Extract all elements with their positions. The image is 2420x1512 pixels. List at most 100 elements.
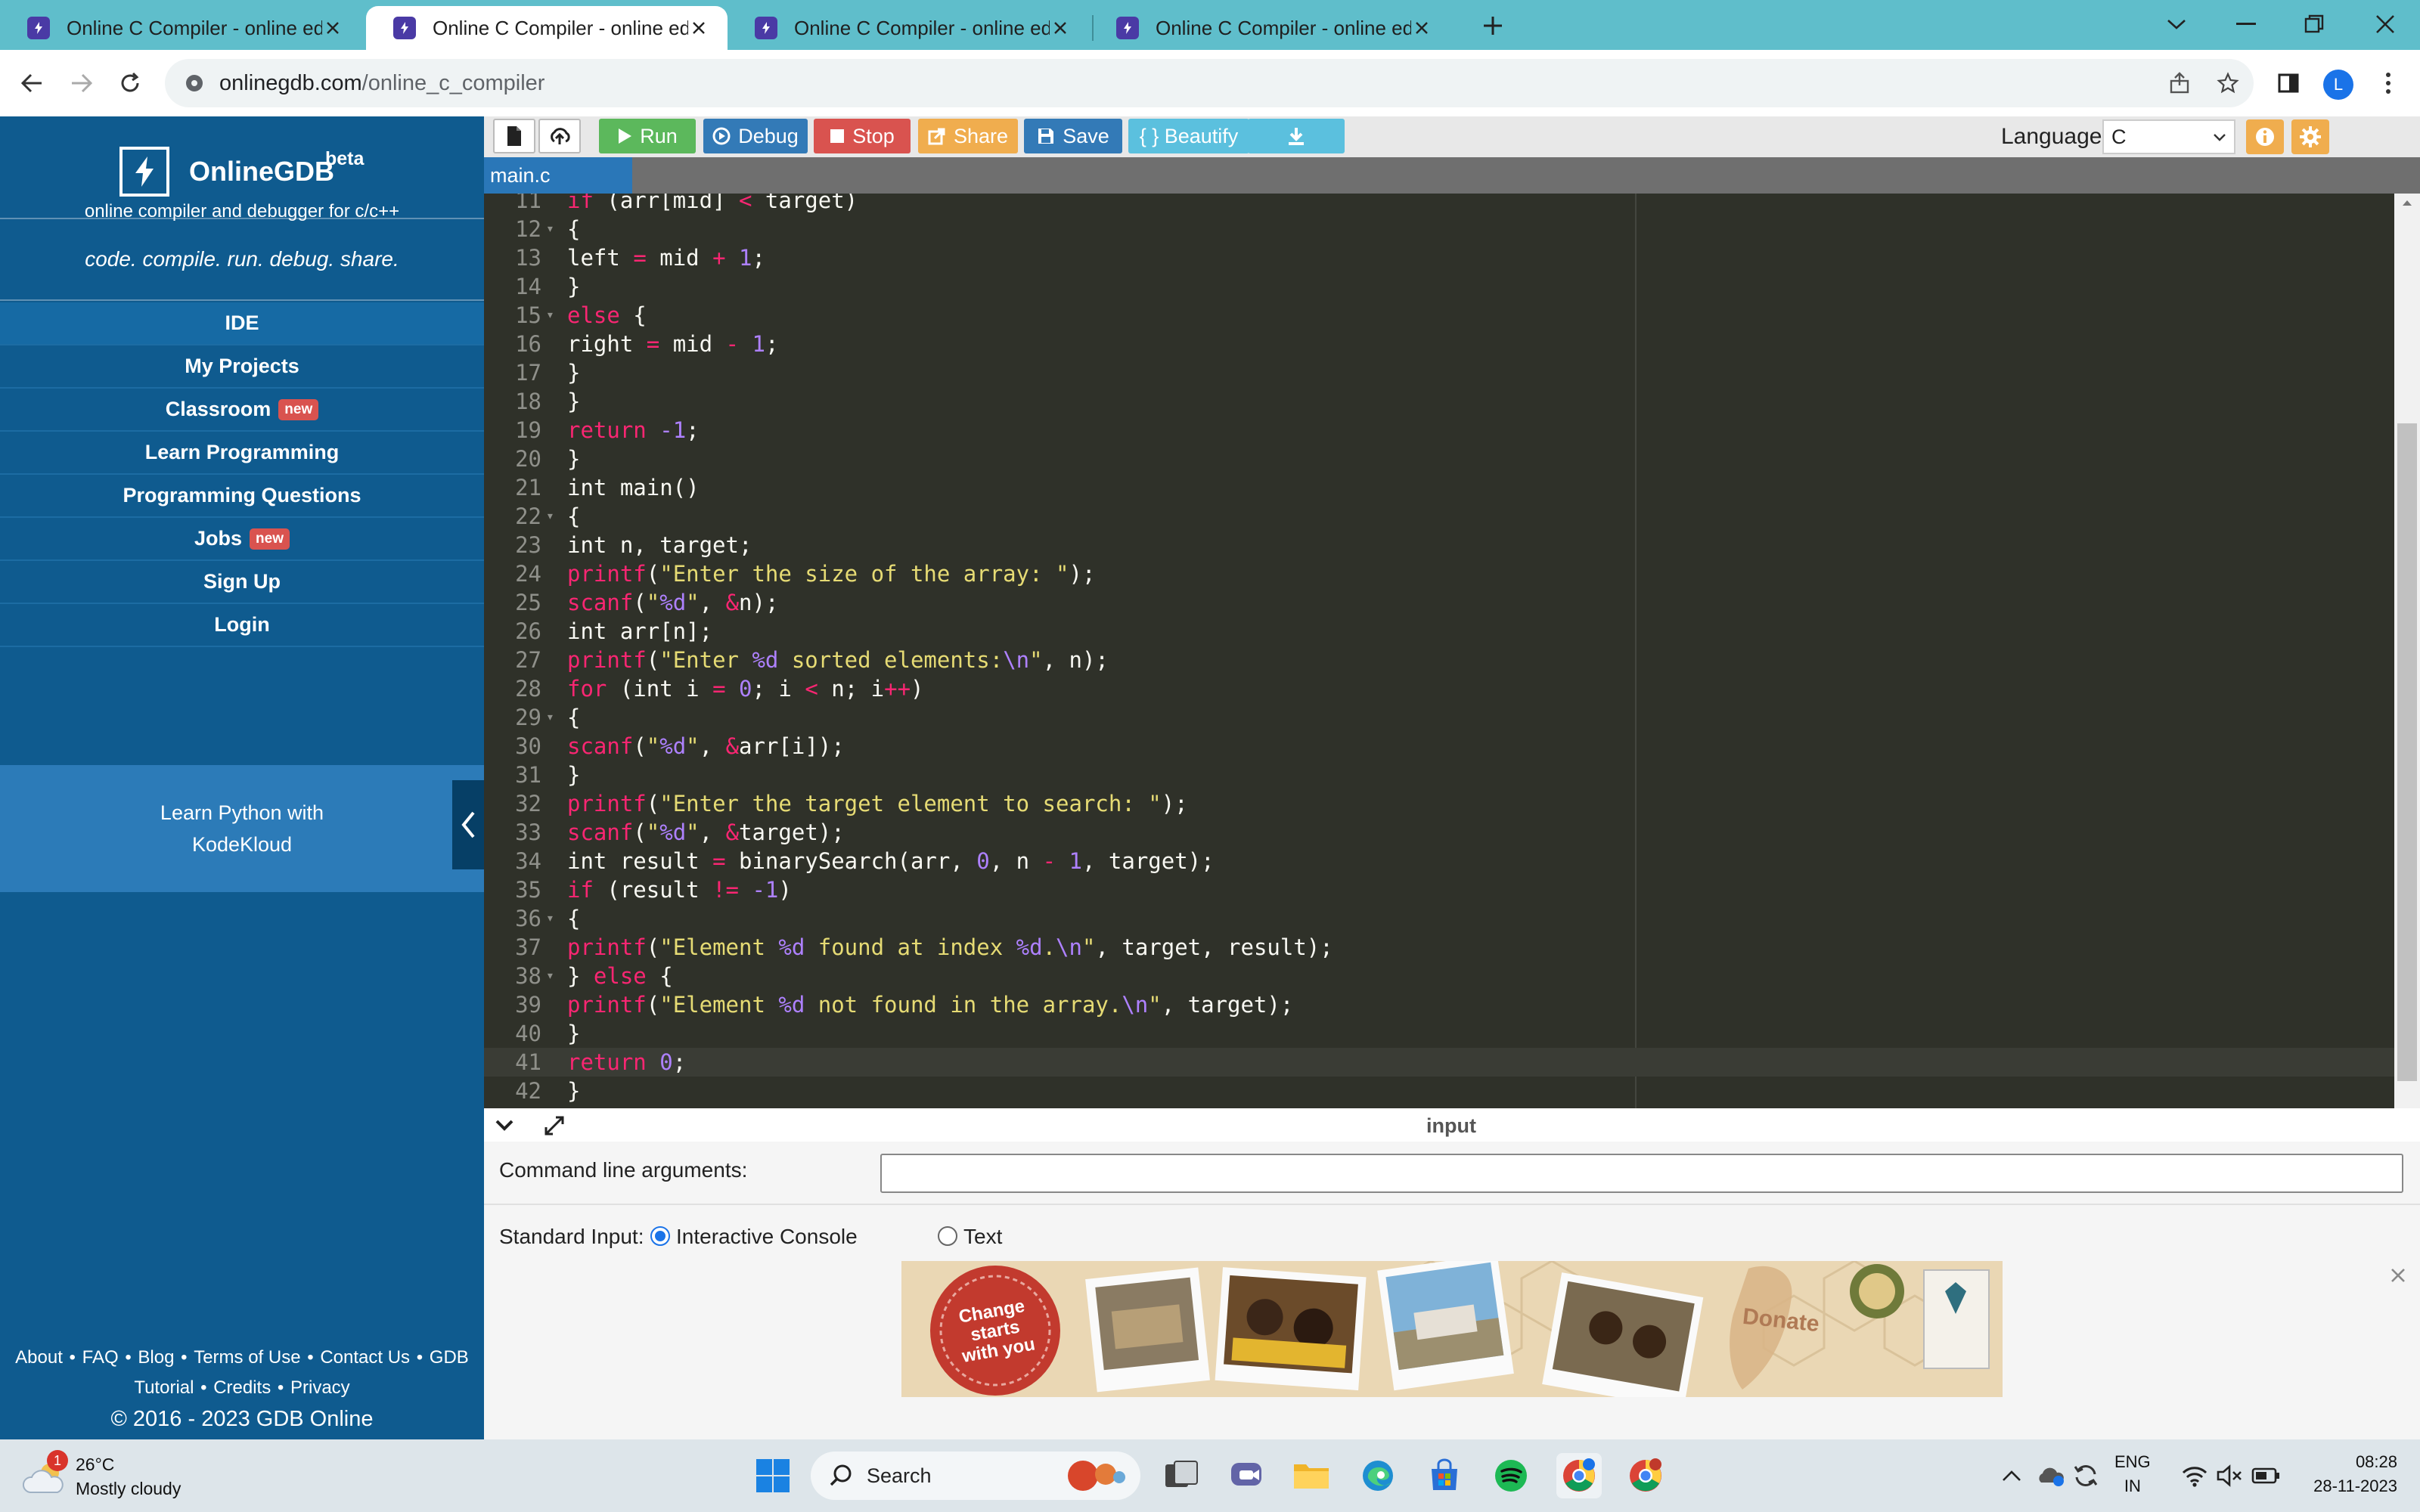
footer-link-blog[interactable]: Blog: [138, 1347, 174, 1368]
close-tab-icon[interactable]: [1411, 17, 1432, 39]
code-line[interactable]: 36 ▾ {: [484, 904, 2394, 933]
code-line[interactable]: 19 return -1;: [484, 416, 2394, 445]
back-arrow-icon[interactable]: [15, 67, 48, 100]
sidebar-item-classroom[interactable]: Classroom new: [0, 389, 484, 432]
chrome-icon[interactable]: [1623, 1453, 1668, 1498]
code-line[interactable]: 17}: [484, 358, 2394, 387]
close-tab-icon[interactable]: [1050, 17, 1071, 39]
fold-toggle-icon[interactable]: ▾: [546, 962, 554, 990]
microsoft-store-icon[interactable]: [1422, 1453, 1467, 1498]
new-file-button[interactable]: [493, 119, 535, 153]
weather-widget[interactable]: 1 26°C Mostly cloudy: [23, 1450, 219, 1503]
advertisement-banner[interactable]: Change starts with you Donate: [901, 1261, 2003, 1397]
system-clock[interactable]: 08:28 28-11-2023: [2299, 1450, 2397, 1498]
upload-file-button[interactable]: [538, 119, 581, 153]
forward-arrow-icon[interactable]: [65, 67, 98, 100]
edge-browser-icon[interactable]: [1355, 1453, 1401, 1498]
sidebar-item-ide[interactable]: IDE: [0, 302, 484, 345]
command-line-arguments-input[interactable]: [880, 1154, 2403, 1193]
sync-icon[interactable]: [2071, 1461, 2101, 1491]
input-language-indicator[interactable]: ENG IN: [2114, 1450, 2151, 1498]
download-button[interactable]: [1248, 119, 1345, 153]
info-button[interactable]: [2246, 119, 2284, 154]
code-line[interactable]: 30 scanf("%d", &arr[i]);: [484, 732, 2394, 761]
footer-link-contact[interactable]: Contact Us: [320, 1347, 410, 1368]
code-line[interactable]: 39 printf("Element %d not found in the ar…: [484, 990, 2394, 1019]
file-tab-main-c[interactable]: main.c: [484, 157, 632, 194]
fold-toggle-icon[interactable]: ▾: [546, 904, 554, 933]
code-line[interactable]: 28 for (int i = 0; i < n; i++): [484, 674, 2394, 703]
interactive-console-radio[interactable]: [650, 1226, 670, 1246]
code-line[interactable]: 42}: [484, 1077, 2394, 1105]
show-hidden-icons-chevron-up-icon[interactable]: [1996, 1461, 2027, 1491]
close-ad-icon[interactable]: [2387, 1264, 2409, 1287]
collapse-panel-chevron-down-icon[interactable]: [495, 1116, 514, 1138]
code-line[interactable]: 14}: [484, 272, 2394, 301]
footer-link-terms[interactable]: Terms of Use: [194, 1347, 300, 1368]
fold-toggle-icon[interactable]: ▾: [546, 215, 554, 243]
chrome-active-icon[interactable]: [1556, 1453, 1602, 1498]
browser-menu-kebab-icon[interactable]: [2372, 67, 2405, 100]
footer-link-about[interactable]: About: [15, 1347, 63, 1368]
code-line[interactable]: 11 if (arr[mid] < target): [484, 194, 2394, 215]
code-line[interactable]: 15 ▾ else {: [484, 301, 2394, 330]
scroll-up-arrow-icon[interactable]: [2394, 194, 2420, 212]
teams-chat-icon[interactable]: [1224, 1453, 1269, 1498]
battery-icon[interactable]: [2251, 1461, 2281, 1491]
code-line[interactable]: 21 int main(): [484, 473, 2394, 502]
restore-window-button[interactable]: [2291, 5, 2337, 44]
footer-link-privacy[interactable]: Privacy: [290, 1377, 350, 1398]
collapse-sidebar-chevron-left-icon[interactable]: [452, 780, 484, 869]
code-line[interactable]: 27 printf("Enter %d sorted elements:\n", …: [484, 646, 2394, 674]
code-line[interactable]: 32 printf("Enter the target element to se…: [484, 789, 2394, 818]
reload-icon[interactable]: [113, 67, 147, 100]
code-line[interactable]: 24 printf("Enter the size of the array: "…: [484, 559, 2394, 588]
close-tab-icon[interactable]: [688, 17, 709, 39]
wifi-icon[interactable]: [2180, 1461, 2210, 1491]
text-input-label[interactable]: Text: [963, 1225, 1002, 1249]
code-line[interactable]: 16 right = mid - 1;: [484, 330, 2394, 358]
language-select[interactable]: C: [2102, 119, 2235, 154]
text-input-radio[interactable]: [938, 1226, 957, 1246]
sidebar-item-login[interactable]: Login: [0, 604, 484, 647]
code-line[interactable]: 33 scanf("%d", &target);: [484, 818, 2394, 847]
code-line[interactable]: 40}: [484, 1019, 2394, 1048]
footer-link-credits[interactable]: Credits: [213, 1377, 271, 1398]
sidebar-item-programming-questions[interactable]: Programming Questions: [0, 475, 484, 518]
promo-link[interactable]: Learn Python with KodeKloud: [0, 765, 484, 892]
file-explorer-icon[interactable]: [1289, 1453, 1334, 1498]
windows-start-icon[interactable]: [750, 1453, 796, 1498]
run-button[interactable]: Run: [599, 119, 696, 153]
code-line[interactable]: 26 int arr[n];: [484, 617, 2394, 646]
spotify-icon[interactable]: [1488, 1453, 1534, 1498]
sidebar-item-sign-up[interactable]: Sign Up: [0, 561, 484, 604]
browser-tab[interactable]: Online C Compiler - online edito: [728, 6, 1089, 50]
url-bar[interactable]: onlinegdb.com/online_c_compiler: [165, 59, 2254, 107]
share-button[interactable]: Share: [918, 119, 1018, 153]
sidebar-item-jobs[interactable]: Jobs new: [0, 518, 484, 561]
fold-toggle-icon[interactable]: ▾: [546, 301, 554, 330]
close-tab-icon[interactable]: [322, 17, 343, 39]
footer-link-faq[interactable]: FAQ: [82, 1347, 119, 1368]
code-line[interactable]: 20}: [484, 445, 2394, 473]
code-line[interactable]: 29 ▾ {: [484, 703, 2394, 732]
code-line[interactable]: 31}: [484, 761, 2394, 789]
code-line[interactable]: 23 int n, target;: [484, 531, 2394, 559]
code-line[interactable]: 37 printf("Element %d found at index %d.\…: [484, 933, 2394, 962]
fold-toggle-icon[interactable]: ▾: [546, 703, 554, 732]
minimize-window-button[interactable]: [2223, 5, 2269, 44]
bookmark-star-icon[interactable]: [2211, 67, 2245, 100]
code-line[interactable]: 12 ▾ {: [484, 215, 2394, 243]
new-tab-button[interactable]: [1476, 9, 1509, 42]
speaker-muted-icon[interactable]: [2214, 1461, 2245, 1491]
sidebar-item-my-projects[interactable]: My Projects: [0, 345, 484, 389]
code-line[interactable]: 18}: [484, 387, 2394, 416]
footer-link-gdb[interactable]: GDB: [430, 1347, 469, 1368]
browser-tab-active[interactable]: Online C Compiler - online edito: [366, 6, 728, 50]
editor-scrollbar-thumb[interactable]: [2397, 423, 2417, 1081]
save-button[interactable]: Save: [1024, 119, 1122, 153]
beautify-button[interactable]: { } Beautify: [1128, 119, 1249, 153]
fold-toggle-icon[interactable]: ▾: [546, 502, 554, 531]
code-line[interactable]: 13 left = mid + 1;: [484, 243, 2394, 272]
browser-tab[interactable]: Online C Compiler - online edito: [0, 6, 361, 50]
